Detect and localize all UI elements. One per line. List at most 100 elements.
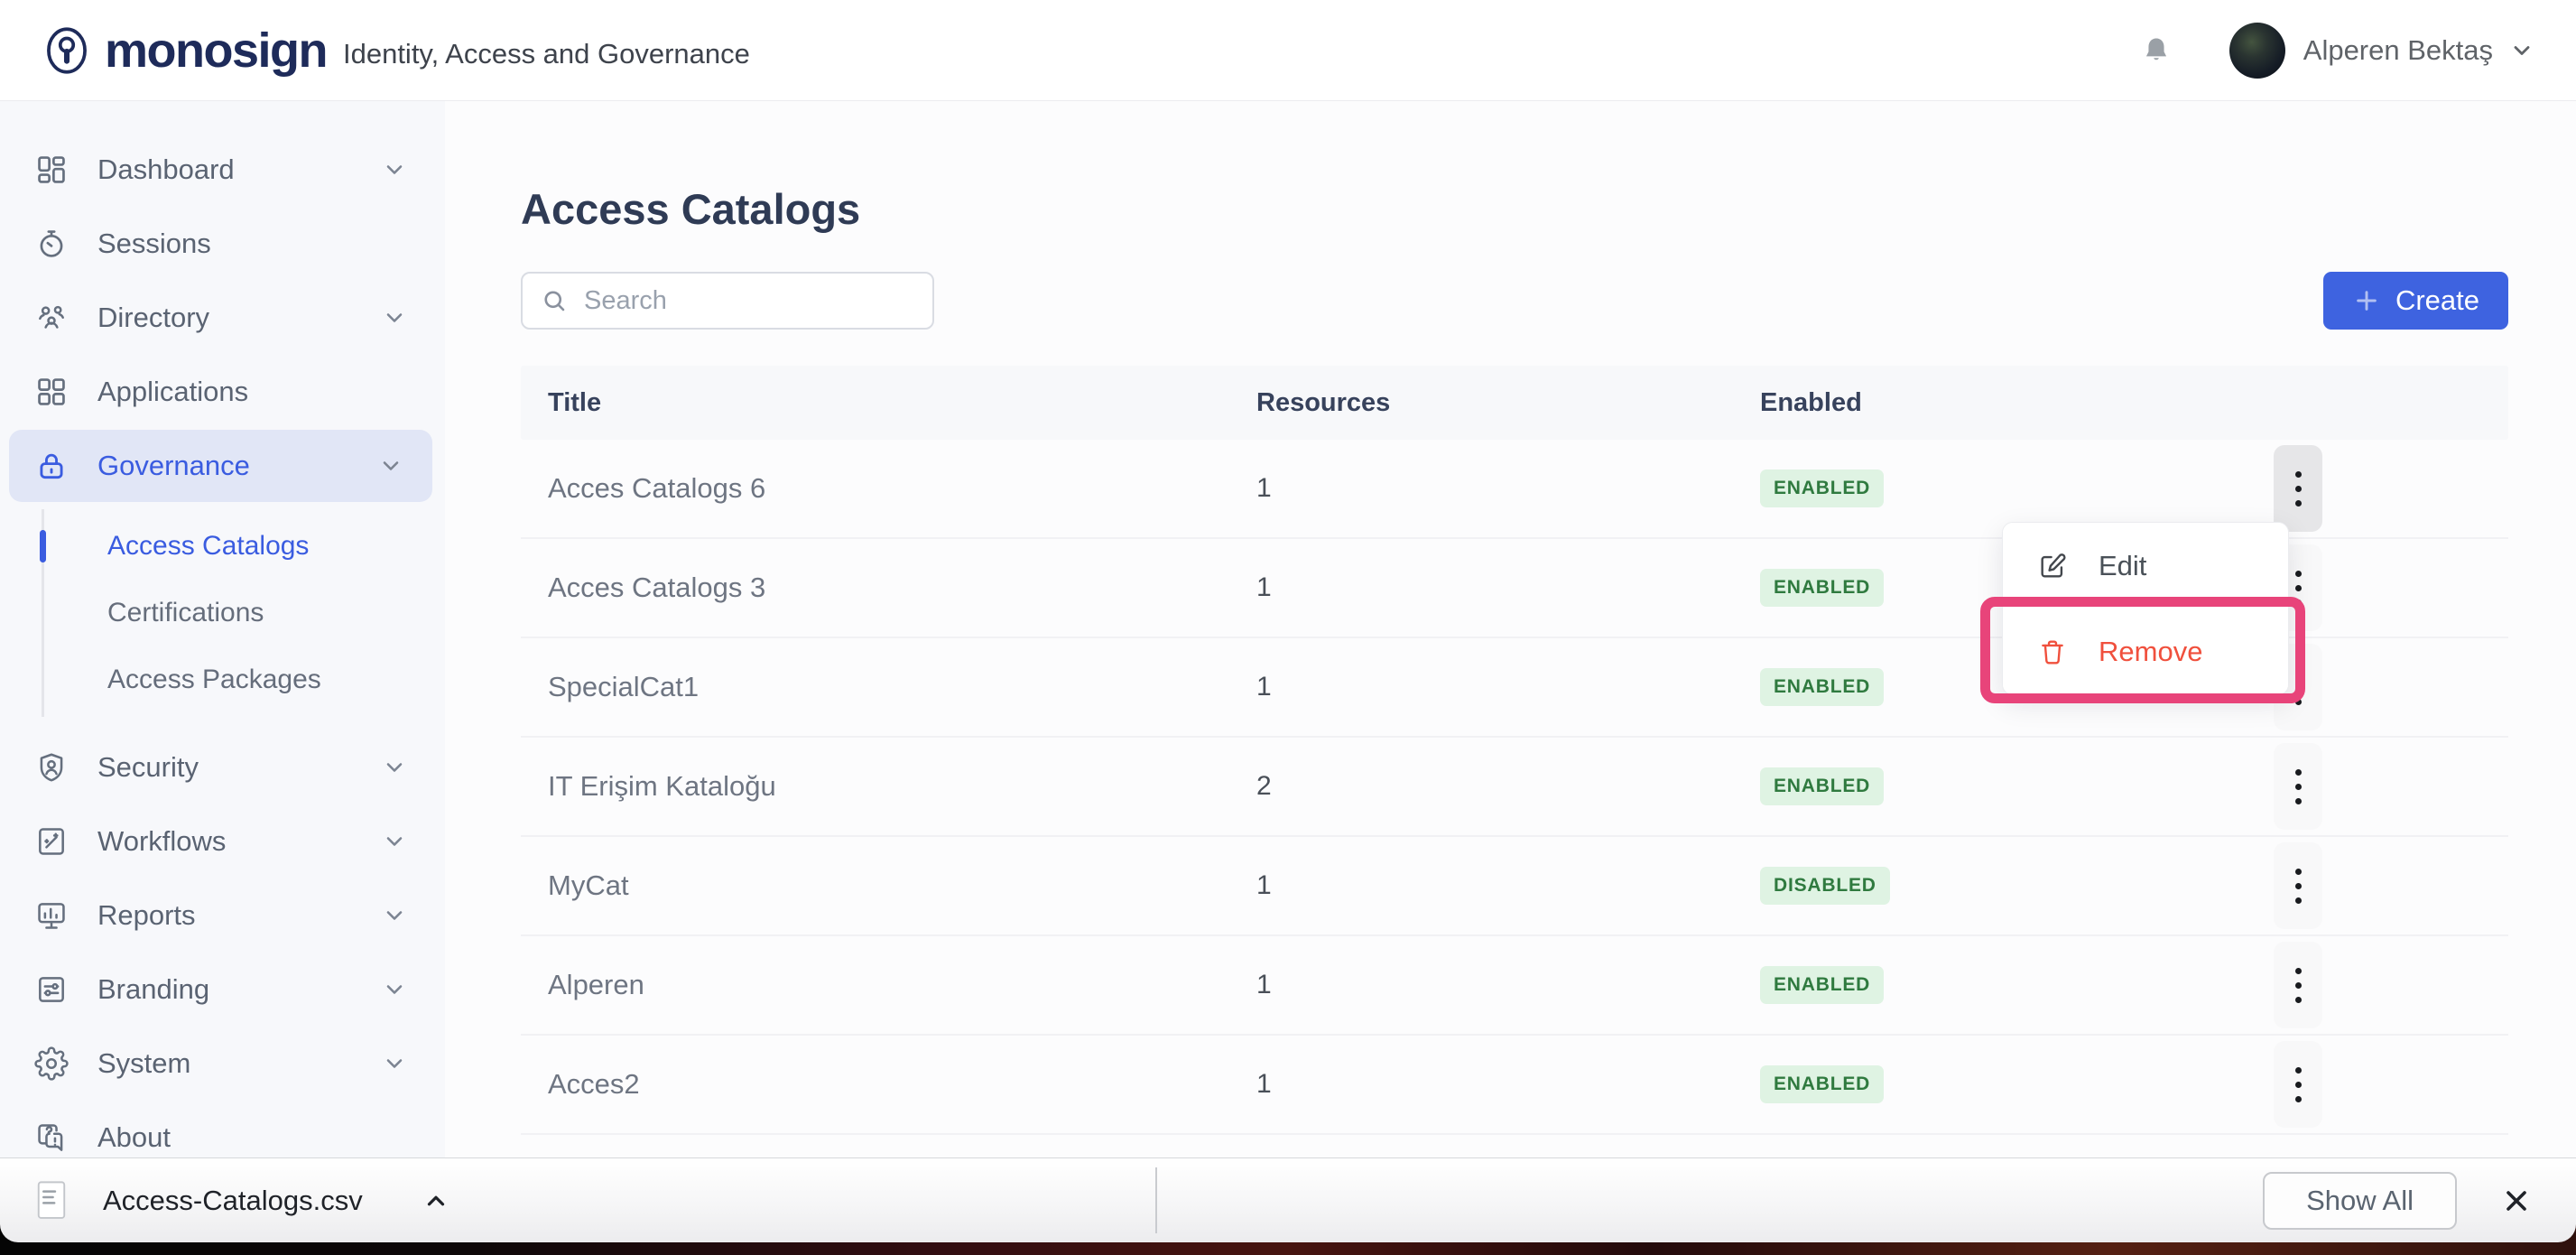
sidebar-item-dashboard[interactable]: Dashboard <box>0 134 445 206</box>
chevron-down-icon <box>382 755 407 780</box>
trash-icon <box>2037 637 2068 667</box>
chevron-down-icon <box>382 305 407 330</box>
chevron-down-icon <box>382 977 407 1002</box>
dashboard-icon <box>34 153 69 187</box>
sidebar-item-certifications[interactable]: Certifications <box>44 580 445 646</box>
create-button[interactable]: Create <box>2323 272 2508 330</box>
stopwatch-icon <box>34 227 69 261</box>
resources-count: 2 <box>1256 771 1760 802</box>
menu-item-remove[interactable]: Remove <box>2003 609 2288 694</box>
brand-name: monosign <box>105 23 327 79</box>
search-box <box>521 272 934 330</box>
chevron-down-icon <box>382 903 407 928</box>
notifications-bell-icon[interactable] <box>2139 33 2173 68</box>
show-all-button[interactable]: Show All <box>2263 1172 2457 1230</box>
sidebar-item-access-catalogs[interactable]: Access Catalogs <box>44 513 445 580</box>
catalog-title: MyCat <box>521 869 1256 902</box>
chevron-down-icon <box>382 1051 407 1076</box>
app-tagline: Identity, Access and Governance <box>343 38 750 70</box>
catalog-title: Acces2 <box>521 1068 1256 1101</box>
report-chart-icon <box>34 898 69 933</box>
table-row: Alperen 1 ENABLED <box>521 936 2508 1036</box>
row-actions-button[interactable] <box>2274 842 2322 929</box>
close-icon[interactable] <box>2500 1185 2533 1217</box>
brand-logo[interactable]: monosign <box>42 23 327 79</box>
sidebar-item-governance[interactable]: Governance <box>9 430 432 502</box>
user-name: Alperen Bektaş <box>2303 34 2493 67</box>
status-badge: DISABLED <box>1760 867 1890 905</box>
lock-icon <box>34 449 69 483</box>
menu-item-edit[interactable]: Edit <box>2003 523 2288 609</box>
catalogs-table: Title Resources Enabled Acces Catalogs 6… <box>521 366 2508 1135</box>
edit-pencil-icon <box>2037 551 2068 581</box>
sidebar-item-reports[interactable]: Reports <box>0 879 445 952</box>
resources-count: 1 <box>1256 473 1760 504</box>
shield-user-icon <box>34 750 69 785</box>
chevron-down-icon <box>2509 38 2534 63</box>
top-header: monosign Identity, Access and Governance… <box>0 0 2576 101</box>
page-title: Access Catalogs <box>521 184 2576 234</box>
row-actions-button[interactable] <box>2274 743 2322 830</box>
plus-icon <box>2352 286 2381 315</box>
chevron-down-icon <box>378 453 403 479</box>
table-header: Title Resources Enabled <box>521 366 2508 440</box>
sidebar-item-access-packages[interactable]: Access Packages <box>44 646 445 713</box>
table-row: IT Erişim Kataloğu 2 ENABLED <box>521 738 2508 837</box>
resources-count: 1 <box>1256 1069 1760 1100</box>
status-badge: ENABLED <box>1760 569 1884 607</box>
chevron-down-icon <box>382 157 407 182</box>
column-header-resources: Resources <box>1256 388 1760 418</box>
sidebar-item-applications[interactable]: Applications <box>0 356 445 428</box>
governance-submenu: Access Catalogs Certifications Access Pa… <box>42 509 445 717</box>
sidebar-item-directory[interactable]: Directory <box>0 282 445 354</box>
sidebar-item-workflows[interactable]: Workflows <box>0 805 445 878</box>
download-item[interactable]: Access-Catalogs.csv <box>34 1180 449 1222</box>
download-shelf: Access-Catalogs.csv Show All <box>0 1157 2576 1242</box>
workflow-wand-icon <box>34 824 69 859</box>
resources-count: 1 <box>1256 672 1760 702</box>
row-actions-button[interactable] <box>2274 445 2322 532</box>
status-badge: ENABLED <box>1760 1065 1884 1103</box>
sidebar-nav: Dashboard Sessions Directory Application… <box>0 101 445 1157</box>
status-badge: ENABLED <box>1760 668 1884 706</box>
status-badge: ENABLED <box>1760 767 1884 805</box>
row-actions-button[interactable] <box>2274 942 2322 1028</box>
sidebar-item-security[interactable]: Security <box>0 731 445 804</box>
user-menu[interactable]: Alperen Bektaş <box>2229 23 2534 79</box>
status-badge: ENABLED <box>1760 966 1884 1004</box>
row-context-menu: Edit Remove <box>2002 522 2289 695</box>
search-icon <box>541 287 568 314</box>
catalog-title: Alperen <box>521 969 1256 1001</box>
column-header-enabled: Enabled <box>1760 388 2274 418</box>
resources-count: 1 <box>1256 870 1760 901</box>
csv-file-icon <box>34 1180 69 1222</box>
download-filename: Access-Catalogs.csv <box>103 1185 363 1217</box>
desktop-background-strip: Access-Catalogs.csv Show All <box>0 1157 2576 1255</box>
chevron-down-icon <box>382 829 407 854</box>
shelf-divider <box>1155 1167 1157 1233</box>
apps-grid-icon <box>34 375 69 409</box>
catalog-title: IT Erişim Kataloğu <box>521 770 1256 803</box>
help-bubbles-icon <box>34 1120 69 1155</box>
catalog-title: SpecialCat1 <box>521 671 1256 703</box>
resources-count: 1 <box>1256 572 1760 603</box>
sliders-icon <box>34 972 69 1007</box>
sidebar-item-sessions[interactable]: Sessions <box>0 208 445 280</box>
search-input[interactable] <box>582 285 914 317</box>
resources-count: 1 <box>1256 970 1760 1000</box>
sidebar-item-branding[interactable]: Branding <box>0 953 445 1026</box>
monosign-logo-icon <box>42 25 92 76</box>
user-avatar <box>2229 23 2285 79</box>
status-badge: ENABLED <box>1760 469 1884 507</box>
table-row: Acces2 1 ENABLED <box>521 1036 2508 1135</box>
users-group-icon <box>34 301 69 335</box>
sidebar-item-system[interactable]: System <box>0 1027 445 1100</box>
row-actions-button[interactable] <box>2274 1041 2322 1128</box>
table-row: MyCat 1 DISABLED <box>521 837 2508 936</box>
column-header-title: Title <box>521 388 1256 418</box>
gear-icon <box>34 1046 69 1081</box>
chevron-up-icon[interactable] <box>422 1187 449 1214</box>
catalog-title: Acces Catalogs 6 <box>521 472 1256 505</box>
catalog-title: Acces Catalogs 3 <box>521 572 1256 604</box>
main-content: Access Catalogs Create Title Resources E… <box>445 101 2576 1157</box>
